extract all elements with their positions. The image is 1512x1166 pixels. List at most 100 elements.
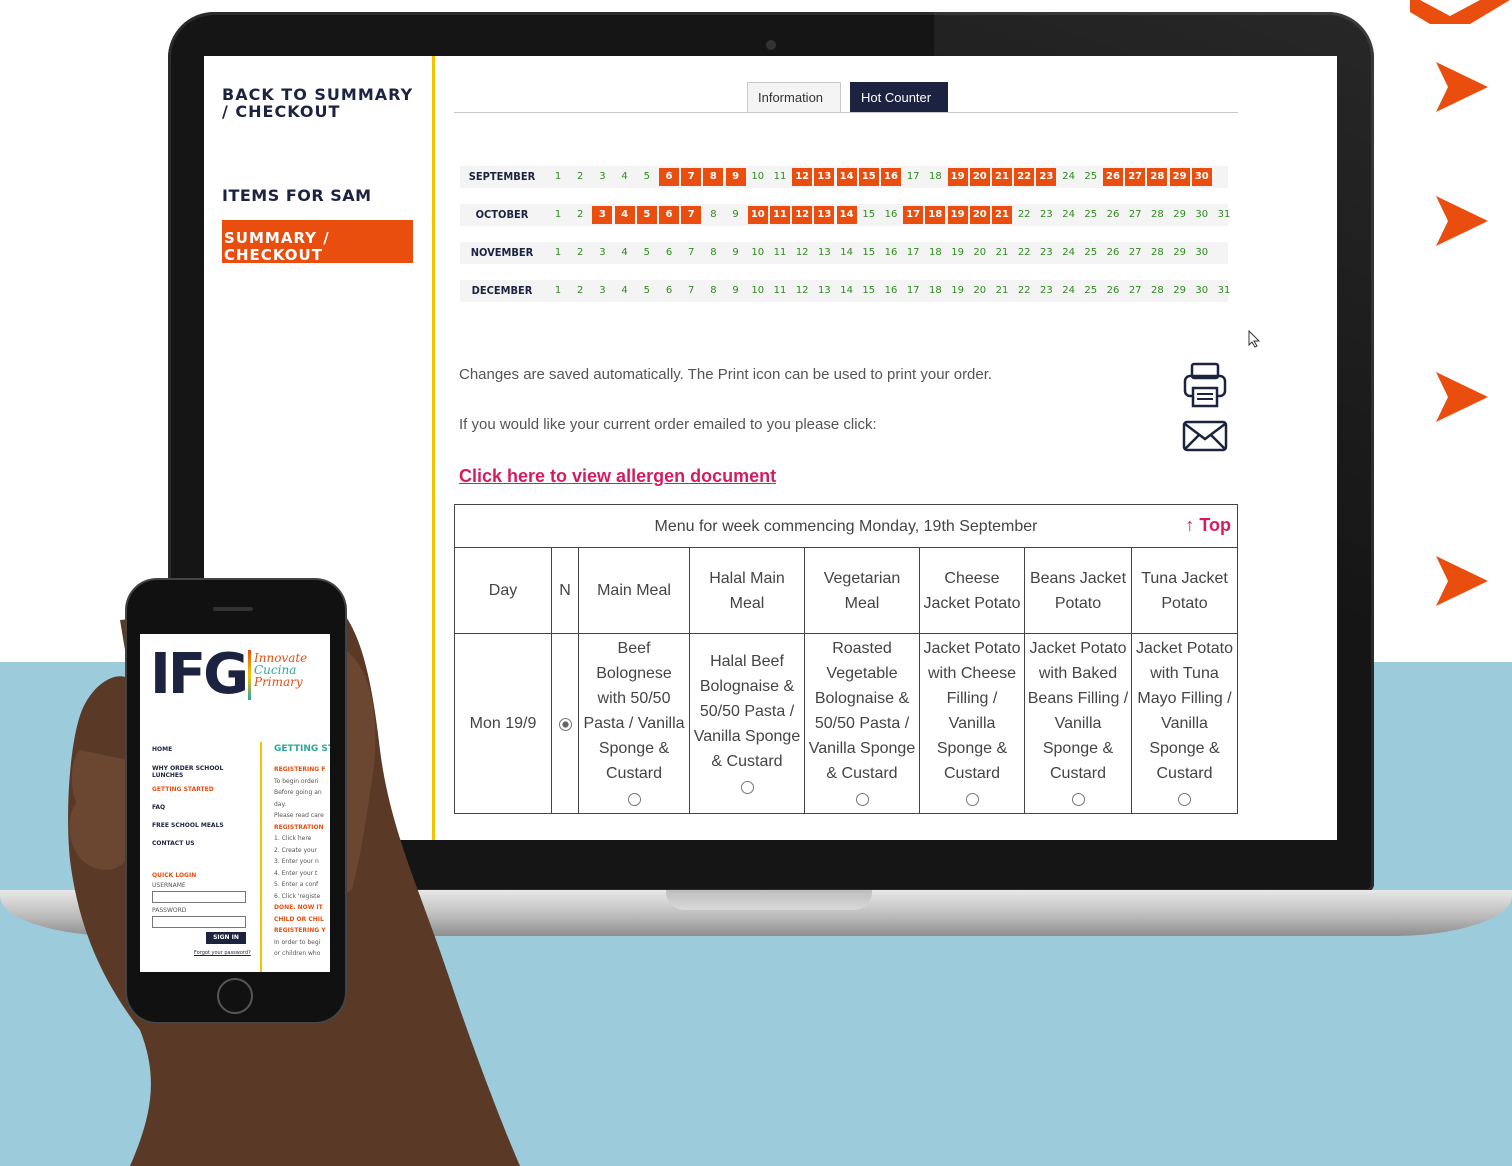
email-icon[interactable]	[1182, 420, 1228, 452]
radio-vegetarian[interactable]	[855, 793, 869, 807]
phone-nav-getting-started[interactable]: GETTING STARTED	[152, 786, 214, 793]
calendar-day[interactable]: 28	[1147, 244, 1167, 262]
calendar-day[interactable]: 13	[814, 206, 835, 224]
calendar-day[interactable]: 26	[1103, 244, 1123, 262]
calendar-day[interactable]: 22	[1014, 282, 1034, 300]
calendar-day[interactable]: 1	[548, 206, 568, 224]
print-icon[interactable]	[1182, 362, 1228, 410]
calendar-day[interactable]: 8	[703, 206, 723, 224]
calendar-day[interactable]: 4	[614, 206, 635, 224]
calendar-day[interactable]: 1	[548, 168, 568, 186]
calendar-day[interactable]: 30	[1192, 244, 1212, 262]
calendar-day[interactable]: 30	[1191, 168, 1212, 186]
calendar-day[interactable]: 17	[903, 282, 923, 300]
calendar-day[interactable]: 30	[1192, 282, 1212, 300]
phone-nav-faq[interactable]: FAQ	[152, 804, 165, 811]
calendar-day[interactable]: 14	[836, 206, 857, 224]
calendar-day[interactable]: 8	[703, 282, 723, 300]
calendar-day[interactable]: 7	[681, 282, 701, 300]
calendar-day[interactable]: 9	[726, 282, 746, 300]
calendar-day[interactable]: 13	[814, 282, 834, 300]
username-input[interactable]	[152, 891, 246, 903]
calendar-day[interactable]: 26	[1103, 168, 1123, 186]
calendar-day[interactable]: 4	[615, 168, 635, 186]
calendar-day[interactable]: 12	[792, 244, 812, 262]
allergen-document-link[interactable]: Click here to view allergen document	[459, 466, 776, 487]
calendar-day[interactable]: 9	[726, 206, 746, 224]
calendar-day[interactable]: 23	[1036, 244, 1056, 262]
radio-halal[interactable]	[740, 780, 754, 794]
radio-none[interactable]	[558, 718, 572, 732]
forgot-password-link[interactable]: Forgot your password?	[194, 950, 251, 956]
calendar-day[interactable]: 26	[1103, 206, 1123, 224]
calendar-day[interactable]: 2	[570, 244, 590, 262]
calendar-day[interactable]: 29	[1170, 244, 1190, 262]
calendar-day[interactable]: 11	[770, 206, 790, 224]
calendar-day[interactable]: 28	[1147, 206, 1167, 224]
calendar-day[interactable]: 25	[1081, 244, 1101, 262]
calendar-day[interactable]: 4	[615, 244, 635, 262]
back-to-summary-link[interactable]: BACK TO SUMMARY / CHECKOUT	[222, 86, 422, 120]
calendar-day[interactable]: 5	[636, 206, 657, 224]
calendar-day[interactable]: 15	[859, 206, 879, 224]
calendar-day[interactable]: 1	[548, 244, 568, 262]
calendar-day[interactable]: 10	[748, 244, 768, 262]
calendar-day[interactable]: 20	[969, 206, 990, 224]
calendar-day[interactable]: 6	[659, 244, 679, 262]
summary-checkout-button[interactable]: SUMMARY / CHECKOUT	[222, 220, 413, 264]
calendar-day[interactable]: 7	[681, 168, 702, 186]
calendar-day[interactable]: 24	[1059, 168, 1079, 186]
calendar-day[interactable]: 25	[1081, 282, 1101, 300]
calendar-day[interactable]: 27	[1125, 206, 1145, 224]
calendar-day[interactable]: 18	[925, 282, 945, 300]
calendar-day[interactable]: 23	[1036, 168, 1057, 186]
calendar-day[interactable]: 18	[925, 168, 945, 186]
calendar-day[interactable]: 19	[947, 206, 968, 224]
calendar-day[interactable]: 20	[970, 244, 990, 262]
calendar-day[interactable]: 5	[637, 282, 657, 300]
phone-nav-why[interactable]: WHY ORDER SCHOOL LUNCHES	[152, 765, 242, 779]
calendar-day[interactable]: 17	[903, 206, 924, 224]
calendar-day[interactable]: 12	[792, 206, 813, 224]
calendar-day[interactable]: 16	[881, 168, 901, 186]
calendar-day[interactable]: 11	[770, 244, 790, 262]
calendar-day[interactable]: 4	[615, 282, 635, 300]
calendar-day[interactable]: 27	[1125, 282, 1145, 300]
radio-tuna[interactable]	[1178, 793, 1191, 807]
calendar-day[interactable]: 8	[703, 244, 723, 262]
calendar-day[interactable]: 15	[859, 282, 879, 300]
calendar-day[interactable]: 27	[1125, 168, 1146, 186]
calendar-day[interactable]: 3	[592, 244, 612, 262]
calendar-day[interactable]: 6	[659, 206, 679, 224]
tab-hot-counter[interactable]: Hot Counter	[850, 82, 948, 112]
calendar-day[interactable]: 16	[881, 244, 901, 262]
calendar-day[interactable]: 12	[792, 168, 813, 186]
calendar-day[interactable]: 26	[1103, 282, 1123, 300]
calendar-day[interactable]: 19	[947, 168, 968, 186]
calendar-day[interactable]: 9	[725, 168, 746, 186]
calendar-day[interactable]: 29	[1169, 168, 1190, 186]
calendar-day[interactable]: 3	[592, 282, 612, 300]
top-link[interactable]: ↑ Top	[1185, 513, 1231, 538]
calendar-day[interactable]: 2	[570, 282, 590, 300]
calendar-day[interactable]: 17	[903, 244, 923, 262]
calendar-day[interactable]: 22	[1014, 168, 1035, 186]
calendar-day[interactable]: 20	[969, 168, 990, 186]
calendar-day[interactable]: 21	[992, 282, 1012, 300]
calendar-day[interactable]: 27	[1125, 244, 1145, 262]
calendar-day[interactable]: 22	[1014, 244, 1034, 262]
calendar-day[interactable]: 3	[592, 168, 612, 186]
calendar-day[interactable]: 12	[792, 282, 812, 300]
calendar-day[interactable]: 31	[1214, 282, 1234, 300]
calendar-day[interactable]: 11	[770, 282, 790, 300]
calendar-day[interactable]: 21	[992, 244, 1012, 262]
calendar-day[interactable]: 15	[859, 244, 879, 262]
calendar-day[interactable]: 28	[1147, 168, 1168, 186]
sign-in-button[interactable]: SIGN IN	[206, 932, 246, 944]
calendar-day[interactable]: 2	[570, 206, 590, 224]
calendar-day[interactable]: 6	[659, 282, 679, 300]
phone-nav-contact[interactable]: CONTACT US	[152, 840, 195, 847]
none-option[interactable]	[551, 633, 579, 814]
calendar-day[interactable]: 18	[925, 244, 945, 262]
calendar-day[interactable]: 29	[1170, 282, 1190, 300]
